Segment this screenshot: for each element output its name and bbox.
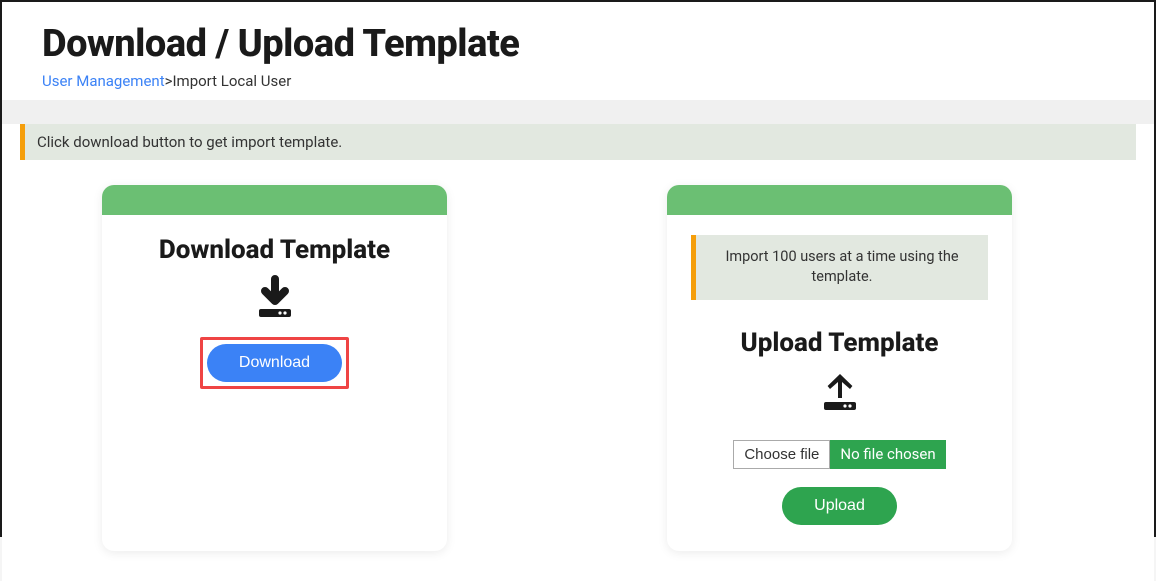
breadcrumb: User Management>Import Local User — [42, 72, 1114, 90]
upload-template-card: Import 100 users at a time using the tem… — [667, 185, 1012, 551]
card-header-bar — [667, 185, 1012, 215]
download-button-highlight: Download — [200, 337, 349, 389]
card-header-bar — [102, 185, 447, 215]
upload-info-banner: Import 100 users at a time using the tem… — [691, 235, 988, 300]
download-icon — [126, 275, 423, 327]
file-status-label: No file chosen — [830, 440, 945, 469]
upload-icon — [691, 368, 988, 420]
breadcrumb-current: Import Local User — [172, 72, 291, 90]
download-template-card: Download Template Download — [102, 185, 447, 551]
breadcrumb-link-user-management[interactable]: User Management — [42, 72, 165, 90]
page-title: Download / Upload Template — [42, 22, 1114, 66]
choose-file-button[interactable]: Choose file — [733, 440, 830, 469]
info-banner: Click download button to get import temp… — [20, 124, 1136, 160]
upload-template-title: Upload Template — [691, 328, 988, 358]
download-button[interactable]: Download — [207, 344, 342, 382]
file-input[interactable]: Choose file No file chosen — [733, 440, 945, 469]
download-template-title: Download Template — [126, 235, 423, 265]
upload-button[interactable]: Upload — [782, 487, 897, 525]
